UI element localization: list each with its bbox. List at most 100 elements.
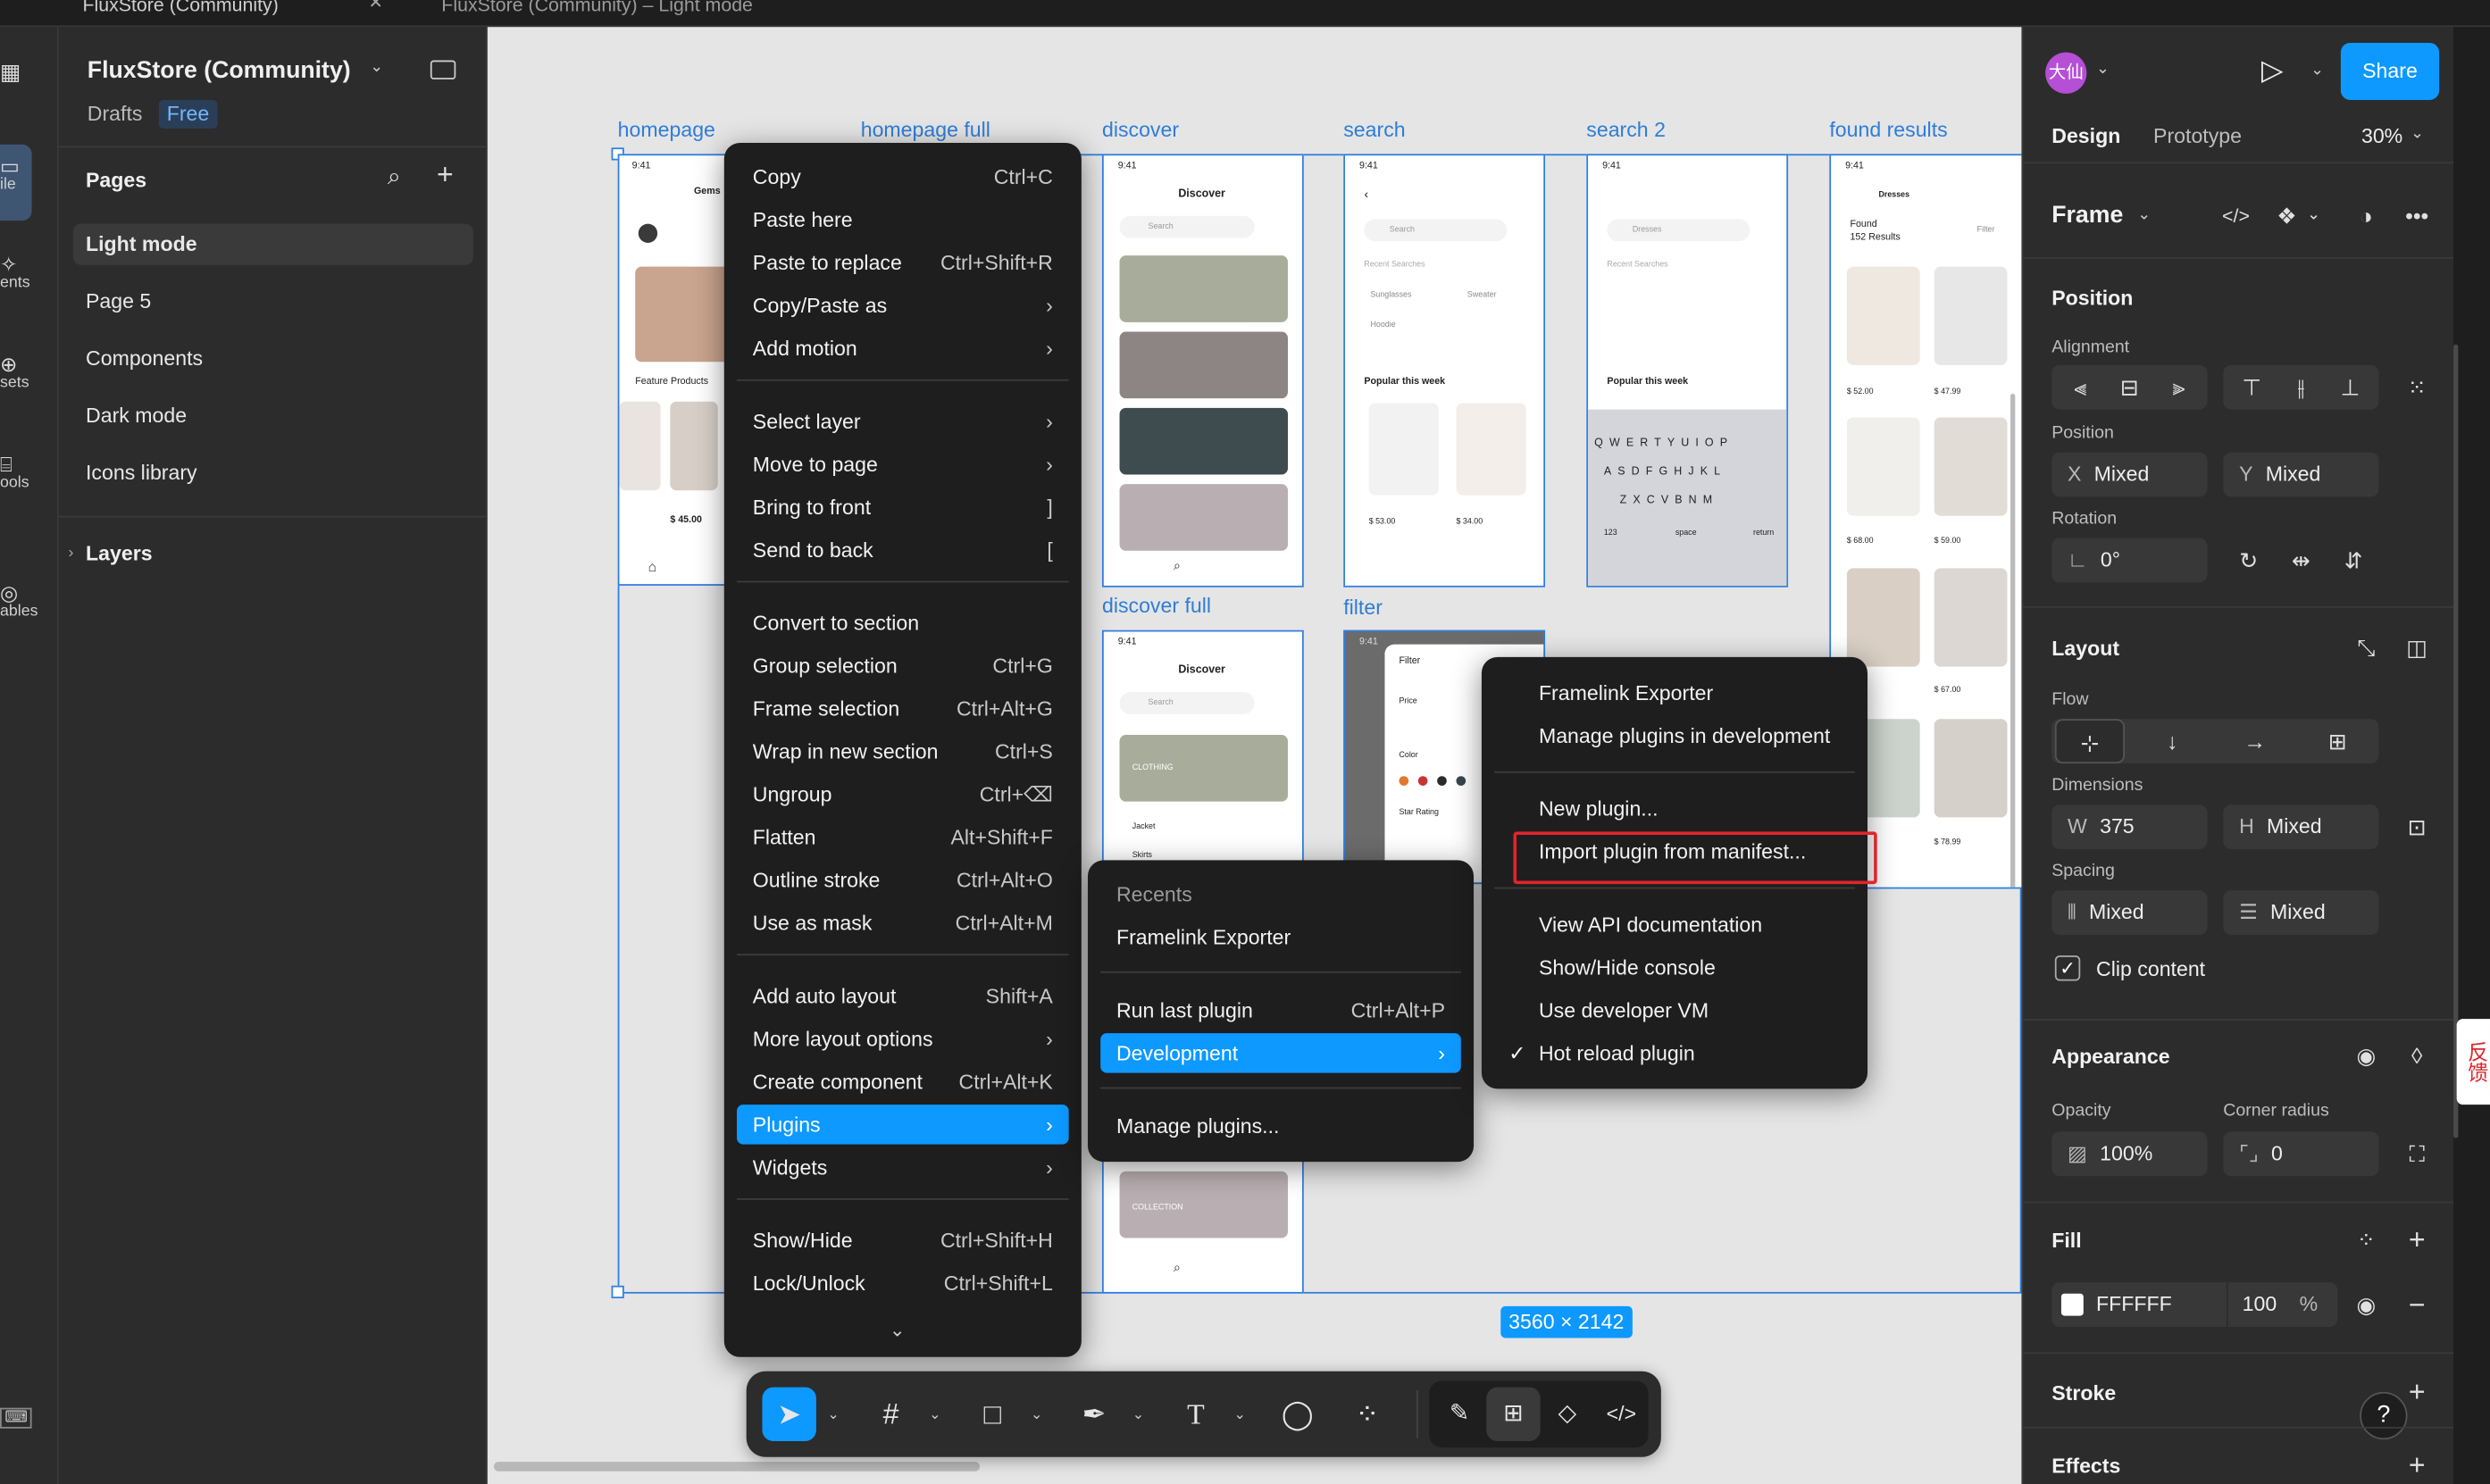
dev-mode-icon[interactable]: </> [1594, 1388, 1648, 1441]
zoom-level[interactable]: 30% [2361, 124, 2402, 148]
frame-label-discover[interactable]: discover [1102, 118, 1179, 142]
resize-to-fit-icon[interactable]: ⊡ [2394, 805, 2439, 849]
menu-item-add-motion[interactable]: Add motion › [737, 329, 1069, 368]
frame-label-homepage[interactable]: homepage [618, 118, 715, 142]
menu-item-widgets[interactable]: Widgets › [737, 1147, 1069, 1187]
page-item-icons-library[interactable]: Icons library [73, 453, 473, 494]
chevron-down-icon[interactable]: ⌄ [2310, 62, 2324, 79]
chevron-down-icon[interactable]: ⌄ [2302, 194, 2325, 238]
scroll-more-chevron-icon[interactable]: ⌄ [890, 1319, 906, 1341]
help-button[interactable]: ? [2360, 1391, 2408, 1440]
menu-item-use-developer-vm[interactable]: Use developer VM [1494, 990, 1855, 1030]
menu-item-ungroup[interactable]: Ungroup Ctrl+⌫ [737, 774, 1069, 813]
menu-item-create-component[interactable]: Create component Ctrl+Alt+K [737, 1062, 1069, 1101]
search-icon[interactable]: ⌕ [388, 163, 401, 190]
pen-tool-icon[interactable]: ✒ [1067, 1388, 1121, 1441]
menu-item-outline-stroke[interactable]: Outline stroke Ctrl+Alt+O [737, 860, 1069, 899]
menu-item-development[interactable]: Development › [1100, 1033, 1461, 1073]
menu-item-show-hide[interactable]: Show/Hide Ctrl+Shift+H [737, 1221, 1069, 1260]
layout-grid-icon[interactable]: ◫ [2394, 625, 2439, 670]
rail-item-assets[interactable]: ⊕ sets [0, 353, 59, 392]
flow-grid-icon[interactable]: ⊞ [2302, 719, 2372, 763]
contrast-icon[interactable]: ◑ [2344, 194, 2388, 238]
tab-prototype[interactable]: Prototype [2153, 124, 2242, 148]
frame-type[interactable]: Frame [2051, 202, 2123, 229]
rotate-icon[interactable]: ↻ [2227, 538, 2271, 583]
chevron-down-icon[interactable]: ⌄ [827, 1406, 839, 1424]
menu-item-new-plugin[interactable]: New plugin... [1494, 788, 1855, 828]
menu-item-more-layout-options[interactable]: More layout options › [737, 1019, 1069, 1058]
menu-item-view-api-documentation[interactable]: View API documentation [1494, 905, 1855, 944]
menu-item-lock-unlock[interactable]: Lock/Unlock Ctrl+Shift+L [737, 1263, 1069, 1303]
rotation-field[interactable]: ∟ 0° [2051, 538, 2208, 583]
file-location[interactable]: Drafts [88, 102, 143, 126]
menu-item-run-last-plugin[interactable]: Run last plugin Ctrl+Alt+P [1100, 990, 1461, 1030]
menu-item-copy[interactable]: Copy Ctrl+C [737, 157, 1069, 196]
flip-vertical-icon[interactable]: ⇵ [2331, 538, 2376, 583]
page-item-page-5[interactable]: Page 5 [73, 281, 473, 322]
avatar[interactable]: 大仙 [2045, 52, 2087, 94]
keyboard-icon[interactable]: ⌨ [0, 1407, 33, 1429]
chevron-down-icon[interactable]: ⌄ [929, 1406, 940, 1424]
page-item-dark-mode[interactable]: Dark mode [73, 396, 473, 437]
page-item-components[interactable]: Components [73, 338, 473, 379]
menu-item-flatten[interactable]: Flatten Alt+Shift+F [737, 817, 1069, 856]
menu-item-use-as-mask[interactable]: Use as mask Ctrl+Alt+M [737, 903, 1069, 942]
menu-item-hot-reload-plugin[interactable]: ✓ Hot reload plugin [1494, 1033, 1855, 1072]
share-button[interactable]: Share [2340, 42, 2440, 100]
fill-visibility-eye-icon[interactable]: ◉ [2344, 1282, 2388, 1327]
menu-item-select-layer[interactable]: Select layer › [737, 402, 1069, 441]
clip-content-checkbox[interactable]: ✓ [2054, 955, 2081, 981]
file-name[interactable]: FluxStore (Community) [88, 57, 351, 84]
align-bottom-icon[interactable]: ⊥ [2328, 365, 2373, 410]
tab-design[interactable]: Design [2051, 124, 2120, 148]
design-mode-icon[interactable]: ⊞ [1486, 1387, 1541, 1442]
menu-item-group-selection[interactable]: Group selection Ctrl+G [737, 646, 1069, 685]
more-icon[interactable]: ••• [2394, 194, 2439, 238]
add-fill-icon[interactable]: + [2394, 1217, 2439, 1262]
component-mode-icon[interactable]: ◇ [1541, 1388, 1594, 1441]
page-item-light-mode[interactable]: Light mode [72, 223, 473, 265]
menu-item-send-to-back[interactable]: Send to back [ [737, 530, 1069, 570]
flow-freeform-icon[interactable]: ⊹ [2054, 719, 2126, 763]
chevron-down-icon[interactable]: ⌄ [2137, 206, 2151, 224]
align-top-icon[interactable]: ⊤ [2229, 365, 2274, 410]
menu-item-frame-selection[interactable]: Frame selection Ctrl+Alt+G [737, 688, 1069, 728]
plan-badge[interactable]: Free [158, 99, 218, 129]
tab-file[interactable]: FluxStore (Community) [82, 0, 400, 27]
menu-item-add-auto-layout[interactable]: Add auto layout Shift+A [737, 976, 1069, 1015]
distribute-icon[interactable]: ⁙ [2394, 365, 2439, 410]
canvas-scrollbar[interactable] [493, 1462, 981, 1471]
align-center-h-icon[interactable]: ⊟ [2107, 365, 2152, 410]
frame-label-found-results[interactable]: found results [1829, 118, 1947, 142]
fill-swatch[interactable] [2060, 1293, 2084, 1316]
menu-item-framelink-exporter-dev[interactable]: Framelink Exporter [1494, 673, 1855, 713]
add-effect-icon[interactable]: + [2394, 1443, 2439, 1484]
visibility-eye-icon[interactable]: ◉ [2344, 1033, 2388, 1078]
menu-item-bring-to-front[interactable]: Bring to front] [737, 488, 1069, 527]
horizontal-spacing-field[interactable]: ⫴ Mixed [2051, 890, 2208, 935]
chevron-down-icon[interactable]: ⌄ [2411, 125, 2424, 143]
frame-label-search[interactable]: search [1343, 118, 1405, 142]
chevron-down-icon[interactable]: ⌄ [1132, 1406, 1144, 1424]
y-position-field[interactable]: Y Mixed [2223, 452, 2379, 497]
vertical-spacing-field[interactable]: ☰ Mixed [2223, 890, 2379, 935]
corner-radius-field[interactable]: ⌜⌟ 0 [2223, 1131, 2379, 1177]
flow-vertical-icon[interactable]: ↓ [2137, 719, 2207, 763]
align-middle-icon[interactable]: ⫲ [2279, 365, 2324, 410]
rail-item-file[interactable]: ▭ ile [0, 154, 59, 193]
rail-item-tools[interactable]: ⌸ ools [0, 453, 59, 492]
add-page-icon[interactable]: + [437, 159, 454, 192]
menu-item-manage-plugins-dev[interactable]: Manage plugins in development [1494, 716, 1855, 755]
menu-item-wrap-in-new-section[interactable]: Wrap in new section Ctrl+S [737, 731, 1069, 771]
tab-file-light[interactable]: FluxStore (Community) – Light mode [441, 0, 854, 27]
width-field[interactable]: W 375 [2051, 805, 2208, 849]
x-position-field[interactable]: X Mixed [2051, 452, 2208, 497]
feedback-side-tab[interactable]: 反馈 [2456, 1019, 2490, 1105]
height-field[interactable]: H Mixed [2223, 805, 2379, 849]
menu-item-copy-paste-as[interactable]: Copy/Paste as › [737, 286, 1069, 325]
menu-item-manage-plugins[interactable]: Manage plugins... [1100, 1106, 1461, 1146]
menu-item-framelink-exporter[interactable]: Framelink Exporter [1100, 917, 1461, 956]
blend-mode-icon[interactable]: ◊ [2394, 1033, 2439, 1078]
comment-tool-icon[interactable]: ◯ [1270, 1388, 1324, 1441]
